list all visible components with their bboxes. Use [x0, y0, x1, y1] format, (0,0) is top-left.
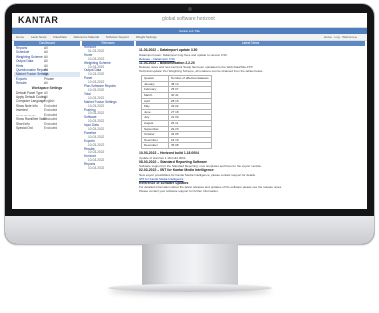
middle-panel: Releases Horizont 01-03-2022 Hover 10-03-20… [82, 41, 134, 209]
list-item-label[interactable]: Results [16, 81, 27, 85]
list-item-label[interactable]: Schedule [16, 50, 29, 54]
monitor-base [108, 284, 272, 292]
setting-label: Default Panel Type [16, 90, 43, 95]
left-panel: Dashboard Reports All Schedule All Weighting… [14, 41, 80, 209]
table-cell: December [141, 142, 169, 149]
list-item-label[interactable]: Reports [16, 46, 27, 50]
camera-dot [187, 7, 192, 11]
monitor-screen: KANTAR global software horizont Kantar J… [12, 13, 367, 209]
list-item-label[interactable]: Weighting Scheme [16, 55, 43, 59]
setting-label: Show Rank/Net Value [16, 117, 47, 122]
news-footer: Please contact your software support for… [139, 189, 219, 194]
list-item-value: All [44, 81, 48, 86]
monitor-frame: KANTAR global software horizont Kantar J… [5, 4, 374, 244]
site-header: KANTAR global software horizont [12, 13, 367, 28]
nav-item-files[interactable]: Files/Data [53, 35, 67, 39]
nav-item-reference[interactable]: Reference Material [74, 35, 99, 39]
news-panel: Latest News 11-03-2022 – Dataimport upda… [136, 41, 365, 209]
list-item[interactable]: Results All [14, 81, 80, 85]
list-item-label[interactable]: Output Data [16, 59, 33, 63]
nav-item-news[interactable]: Lasts News [31, 35, 47, 39]
setting-label: — — — — — [16, 112, 36, 117]
site-name: global software horizont [162, 16, 215, 22]
datasets-table: Quarter Number of affected datasets Janu… [141, 75, 212, 149]
monitor-stand [142, 244, 238, 288]
news-text: Technical update: Per Weighting Scheme, … [139, 69, 264, 74]
setting-value[interactable]: Excluded [44, 126, 57, 130]
list-item-label[interactable]: Hints [16, 64, 23, 68]
table-cell: 35 08 [168, 142, 212, 149]
top-nav: Home Lasts News Files/Data Reference Mat… [12, 34, 367, 41]
content-columns: Dashboard Reports All Schedule All Weighting… [12, 41, 367, 209]
setting-label: Computer Language [16, 99, 46, 104]
nav-item-home[interactable]: Home [16, 35, 24, 39]
list-item-label[interactable]: Exports [16, 77, 27, 81]
setting-label: Inverted [16, 108, 28, 113]
setting-label: Special Ord [16, 125, 33, 130]
table-header-row: Quarter Number of affected datasets [141, 75, 212, 82]
nav-item-weight[interactable]: Weight Settings [136, 35, 157, 39]
setting-row[interactable]: Special Ord Excluded [14, 126, 80, 130]
table-header-cell: Number of affected datasets [168, 75, 212, 82]
setting-label: Apply Default Coding [16, 95, 46, 100]
brand-logo[interactable]: KANTAR [18, 15, 58, 25]
setting-label: Show Note Info [16, 103, 38, 108]
nav-user-links[interactable]: Home · Log · Welcome ▸ [324, 34, 357, 40]
nav-item-support[interactable]: Software Support [106, 35, 129, 39]
table-row: December 35 08 [141, 142, 212, 149]
release-date: 10-03-2022 [88, 166, 105, 171]
monitor-chin [5, 216, 374, 244]
setting-label: Short Info [16, 121, 30, 126]
